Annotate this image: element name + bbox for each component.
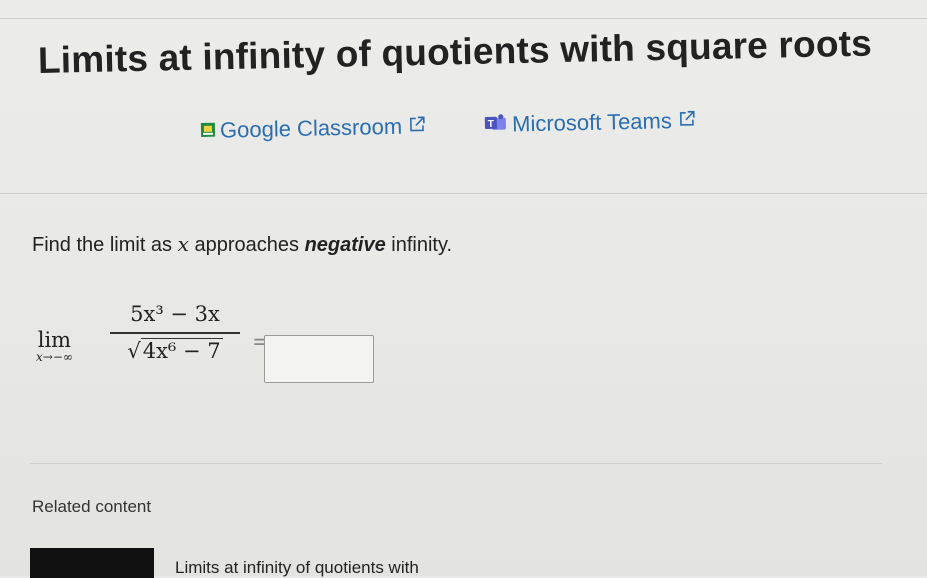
page-title: Limits at infinity of quotients with squ… — [37, 22, 873, 81]
lim-word: lim — [37, 328, 72, 352]
google-classroom-label: Google Classroom — [219, 113, 403, 143]
top-divider — [0, 18, 927, 19]
question-prompt: Find the limit as x approaches negative … — [32, 232, 452, 257]
prompt-prefix: Find the limit as — [32, 234, 173, 256]
prompt-emphasis: negative — [304, 234, 386, 256]
prompt-variable: x — [177, 232, 189, 256]
fraction-bar — [110, 332, 240, 334]
section-divider — [0, 193, 927, 194]
denominator-radicand: 4x⁶ − 7 — [140, 337, 223, 363]
related-heading: Related content — [32, 497, 152, 516]
sqrt-symbol: √ — [127, 338, 141, 363]
external-link-icon — [678, 108, 697, 134]
page: Limits at infinity of quotients with squ… — [0, 0, 927, 578]
prompt-middle: approaches — [194, 234, 299, 256]
google-classroom-link[interactable]: Google Classroom — [200, 113, 427, 144]
answer-input[interactable] — [264, 335, 374, 383]
microsoft-teams-label: Microsoft Teams — [511, 108, 673, 137]
fraction: 5x³ − 3x √4x⁶ − 7 — [110, 302, 240, 363]
microsoft-teams-link[interactable]: T Microsoft Teams — [484, 108, 696, 138]
google-classroom-icon — [200, 118, 217, 144]
prompt-suffix: infinity. — [391, 234, 453, 256]
denominator: √4x⁶ − 7 — [110, 337, 240, 363]
microsoft-teams-icon: T — [484, 112, 509, 138]
lim-subscript: x→−∞ — [36, 350, 73, 364]
share-bar: Google Classroom T Microsoft Teams — [200, 106, 754, 144]
related-divider — [30, 463, 882, 464]
svg-text:T: T — [488, 119, 494, 130]
external-link-icon — [408, 113, 427, 139]
numerator: 5x³ − 3x — [130, 302, 220, 326]
related-link[interactable]: Limits at infinity of quotients with — [175, 558, 419, 578]
limit-operator: lim x→−∞ — [36, 328, 73, 364]
related-thumbnail[interactable] — [30, 548, 154, 578]
